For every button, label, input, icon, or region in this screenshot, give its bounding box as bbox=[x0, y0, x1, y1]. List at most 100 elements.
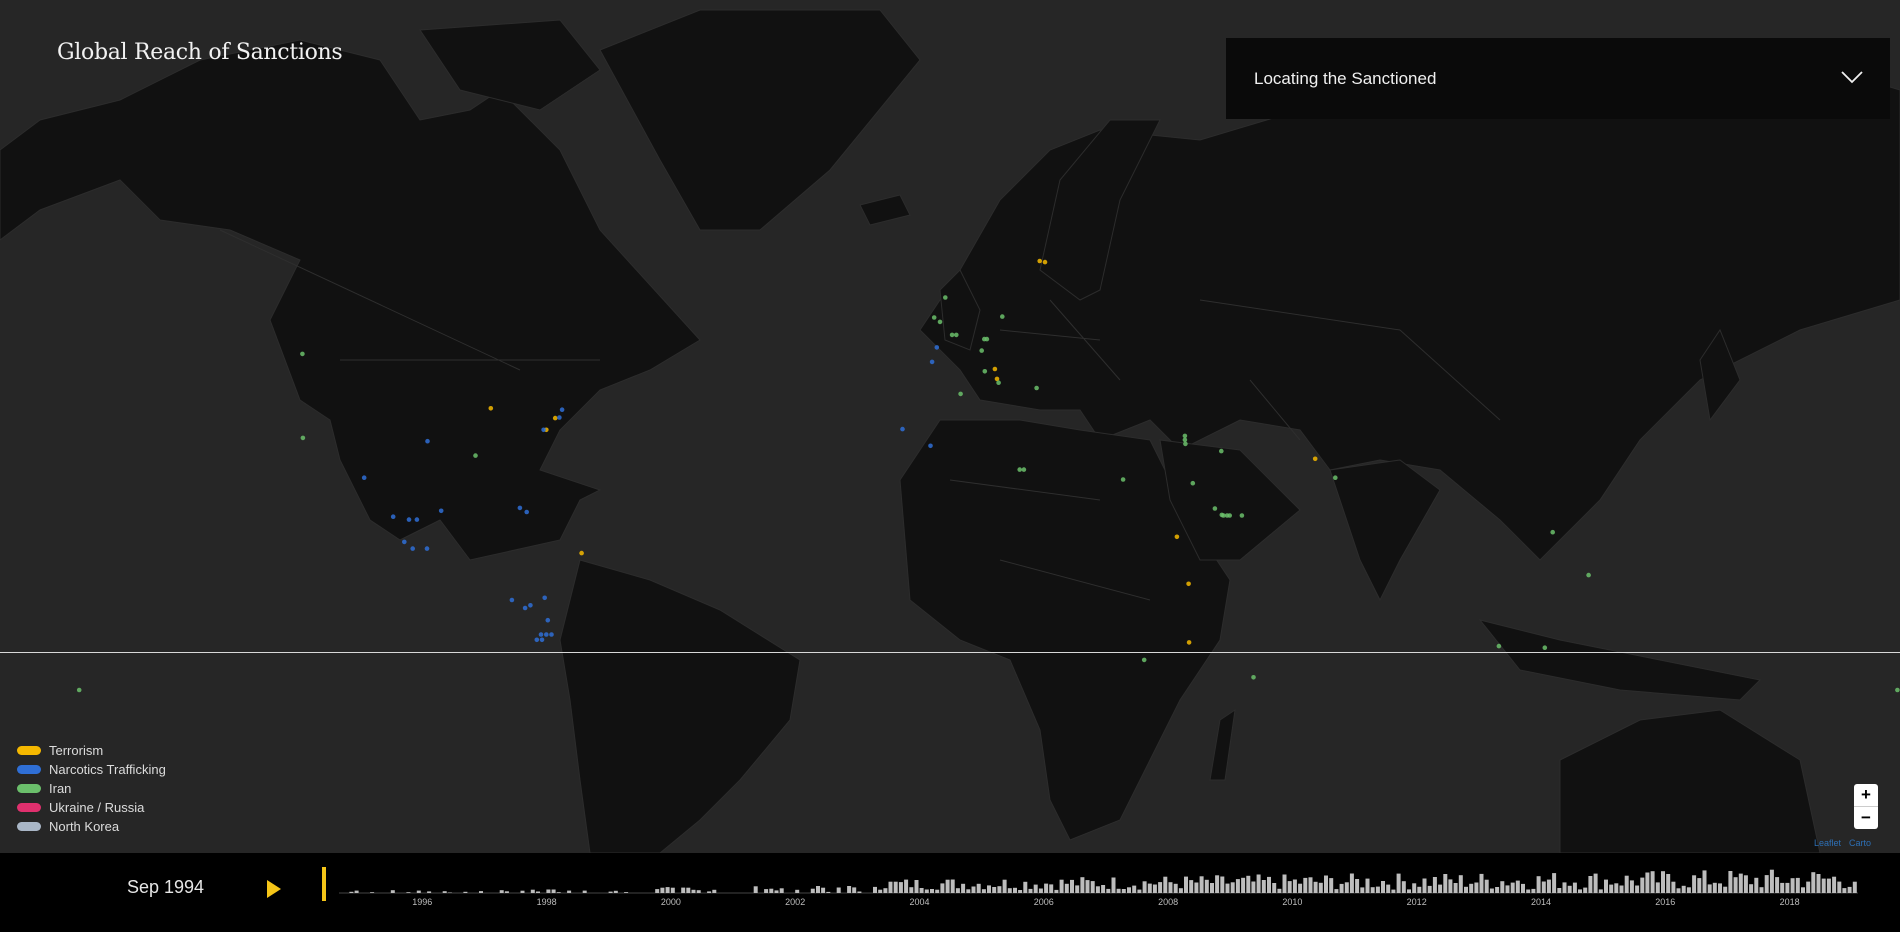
histogram-bar bbox=[613, 890, 618, 893]
sanction-marker[interactable] bbox=[522, 605, 528, 611]
sanction-marker[interactable] bbox=[1021, 467, 1027, 472]
sanction-marker[interactable] bbox=[1227, 513, 1232, 518]
sanction-marker[interactable] bbox=[1212, 506, 1218, 511]
histogram-bar bbox=[1116, 888, 1121, 893]
histogram-bar bbox=[1645, 872, 1650, 893]
sanction-marker[interactable] bbox=[1034, 385, 1039, 391]
histogram-bar bbox=[1235, 879, 1240, 893]
sanction-marker[interactable] bbox=[1496, 643, 1502, 649]
chapter-dropdown[interactable]: Locating the Sanctioned bbox=[1226, 38, 1890, 119]
sanction-marker[interactable] bbox=[958, 391, 963, 397]
sanction-marker[interactable] bbox=[402, 539, 407, 545]
sanction-marker[interactable] bbox=[390, 514, 396, 519]
sanction-marker[interactable] bbox=[979, 348, 984, 353]
sanction-marker[interactable] bbox=[488, 406, 494, 411]
zoom-out-button[interactable]: − bbox=[1854, 806, 1878, 829]
sanction-marker[interactable] bbox=[534, 637, 540, 643]
sanction-marker[interactable] bbox=[552, 415, 558, 421]
sanction-marker[interactable] bbox=[1542, 645, 1548, 650]
histogram-bar bbox=[779, 888, 784, 893]
sanction-marker[interactable] bbox=[542, 595, 547, 601]
sanction-marker[interactable] bbox=[424, 546, 430, 551]
sanction-marker[interactable] bbox=[1017, 467, 1022, 472]
histogram-bar bbox=[1697, 878, 1702, 893]
histogram-bar bbox=[696, 890, 701, 893]
timeline-histogram[interactable]: 1996 1998 2000 2002 2004 2006 2008 2010 2012 2014… bbox=[0, 853, 1900, 932]
timeline-year-label: 2016 bbox=[1655, 897, 1675, 907]
sanction-marker[interactable] bbox=[410, 546, 416, 551]
sanction-marker[interactable] bbox=[517, 505, 523, 511]
sanction-marker[interactable] bbox=[900, 426, 905, 432]
leaflet-link[interactable]: Leaflet bbox=[1814, 838, 1841, 848]
sanction-marker[interactable] bbox=[943, 295, 948, 300]
histogram-bar bbox=[1801, 887, 1805, 893]
sanction-marker[interactable] bbox=[982, 369, 988, 374]
sanction-marker[interactable] bbox=[438, 508, 444, 514]
sanction-marker[interactable] bbox=[545, 617, 551, 623]
sanction-marker[interactable] bbox=[1239, 513, 1245, 518]
sanction-marker[interactable] bbox=[579, 550, 584, 556]
sanction-marker[interactable] bbox=[992, 366, 998, 372]
sanction-marker[interactable] bbox=[1251, 675, 1256, 680]
sanction-marker[interactable] bbox=[1219, 448, 1224, 454]
sanction-marker[interactable] bbox=[1182, 433, 1188, 439]
sanction-marker[interactable] bbox=[1586, 572, 1591, 578]
histogram-bar bbox=[1578, 889, 1582, 893]
sanction-marker[interactable] bbox=[934, 345, 940, 350]
sanction-marker[interactable] bbox=[544, 632, 549, 637]
world-map[interactable] bbox=[0, 0, 1900, 853]
histogram-bar bbox=[1832, 876, 1837, 893]
histogram-bar bbox=[1287, 881, 1292, 893]
sanction-marker[interactable] bbox=[509, 597, 515, 603]
timeline-year-label: 1996 bbox=[412, 897, 432, 907]
sanction-marker[interactable] bbox=[984, 336, 990, 342]
sanction-marker[interactable] bbox=[300, 351, 305, 357]
sanction-marker[interactable] bbox=[996, 380, 1001, 386]
sanction-marker[interactable] bbox=[1182, 437, 1188, 443]
histogram-bar bbox=[520, 890, 525, 893]
sanction-marker[interactable] bbox=[937, 319, 943, 325]
sanction-marker[interactable] bbox=[557, 415, 562, 420]
sanction-marker[interactable] bbox=[954, 332, 959, 338]
histogram-bar bbox=[1407, 889, 1411, 893]
sanction-marker[interactable] bbox=[1190, 480, 1196, 486]
sanction-marker[interactable] bbox=[929, 359, 935, 365]
sanction-marker[interactable] bbox=[1042, 259, 1048, 265]
sanction-marker[interactable] bbox=[559, 407, 565, 413]
sanction-marker[interactable] bbox=[931, 315, 937, 320]
sanction-marker[interactable] bbox=[1141, 657, 1147, 663]
sanction-marker[interactable] bbox=[1174, 534, 1180, 540]
histogram-bar bbox=[1438, 884, 1443, 893]
sanction-marker[interactable] bbox=[524, 509, 529, 515]
histogram-bar bbox=[1448, 879, 1453, 893]
sanction-marker[interactable] bbox=[928, 443, 933, 449]
sanction-marker[interactable] bbox=[1550, 529, 1555, 535]
sanction-marker[interactable] bbox=[76, 687, 82, 693]
zoom-in-button[interactable]: + bbox=[1854, 784, 1878, 806]
histogram-bar bbox=[1137, 889, 1142, 893]
sanction-marker[interactable] bbox=[425, 438, 430, 444]
sanction-marker[interactable] bbox=[549, 632, 554, 637]
sanction-marker[interactable] bbox=[949, 332, 955, 338]
sanction-marker[interactable] bbox=[300, 435, 306, 441]
sanction-marker[interactable] bbox=[473, 453, 478, 458]
sanction-marker[interactable] bbox=[539, 637, 545, 643]
sanction-marker[interactable] bbox=[414, 517, 420, 522]
sanction-marker[interactable] bbox=[541, 427, 546, 433]
sanction-marker[interactable] bbox=[1333, 475, 1338, 481]
sanction-marker[interactable] bbox=[528, 603, 533, 608]
sanction-marker[interactable] bbox=[1312, 456, 1318, 462]
sanction-marker[interactable] bbox=[1037, 258, 1042, 264]
sanction-marker[interactable] bbox=[1000, 314, 1005, 319]
sanction-marker[interactable] bbox=[1895, 687, 1900, 693]
sanction-marker[interactable] bbox=[538, 632, 544, 637]
sanction-marker[interactable] bbox=[406, 517, 412, 522]
sanction-marker[interactable] bbox=[1186, 581, 1191, 587]
carto-link[interactable]: Carto bbox=[1849, 838, 1871, 848]
sanction-marker[interactable] bbox=[361, 475, 367, 481]
histogram-bar bbox=[992, 887, 997, 893]
sanction-marker[interactable] bbox=[1186, 640, 1192, 645]
sanction-marker[interactable] bbox=[1120, 477, 1126, 482]
sanction-marker[interactable] bbox=[1183, 441, 1188, 447]
timeline-playhead[interactable] bbox=[322, 867, 326, 901]
